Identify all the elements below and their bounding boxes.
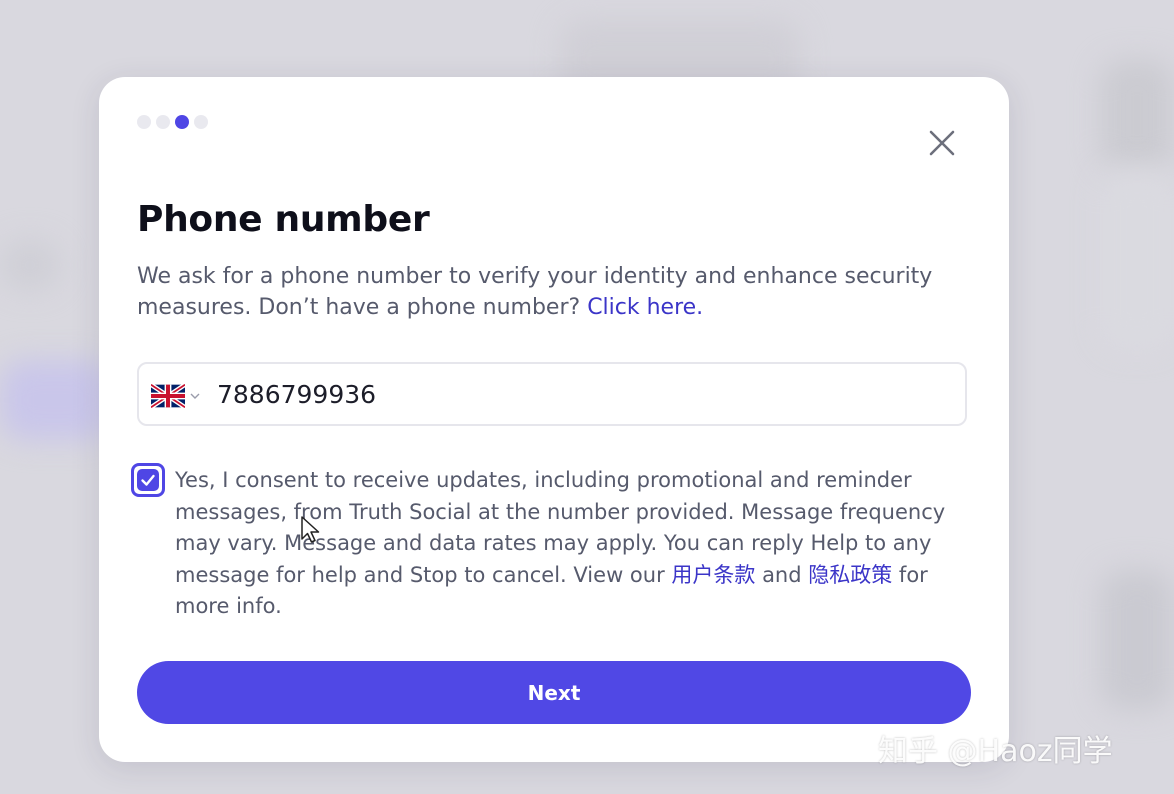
background-blur [1100,60,1174,170]
close-button[interactable] [925,126,959,160]
step-dot [137,115,151,129]
click-here-link[interactable]: Click here. [587,295,703,320]
close-icon [929,130,955,156]
mouse-pointer-icon [301,516,320,543]
consent-and: and [755,562,809,587]
background-blur [1100,170,1174,350]
step-dot [194,115,208,129]
description-body: We ask for a phone number to verify your… [137,264,933,320]
consent-checkbox[interactable] [131,463,165,497]
checkmark-icon [141,474,155,486]
page-title: Phone number [137,199,430,240]
phone-field [137,362,967,426]
step-dot [156,115,170,129]
country-selector[interactable] [151,383,205,409]
description-text: We ask for a phone number to verify your… [137,261,957,323]
watermark: 知乎 @Haoz同学 [878,734,1113,769]
uk-flag-icon [151,384,185,408]
terms-link[interactable]: 用户条款 [671,563,755,587]
background-blur [0,240,60,290]
background-blur [0,360,110,440]
next-button[interactable]: Next [137,661,971,724]
step-progress-indicator [137,115,208,129]
chevron-down-icon [190,393,200,399]
consent-text: Yes, I consent to receive updates, inclu… [175,465,965,623]
phone-input[interactable] [217,374,917,414]
privacy-policy-link[interactable]: 隐私政策 [808,563,892,587]
checkbox-fill [137,469,159,491]
phone-number-dialog: Phone number We ask for a phone number t… [99,77,1009,762]
step-dot-active [175,115,189,129]
background-blur [1100,570,1174,710]
